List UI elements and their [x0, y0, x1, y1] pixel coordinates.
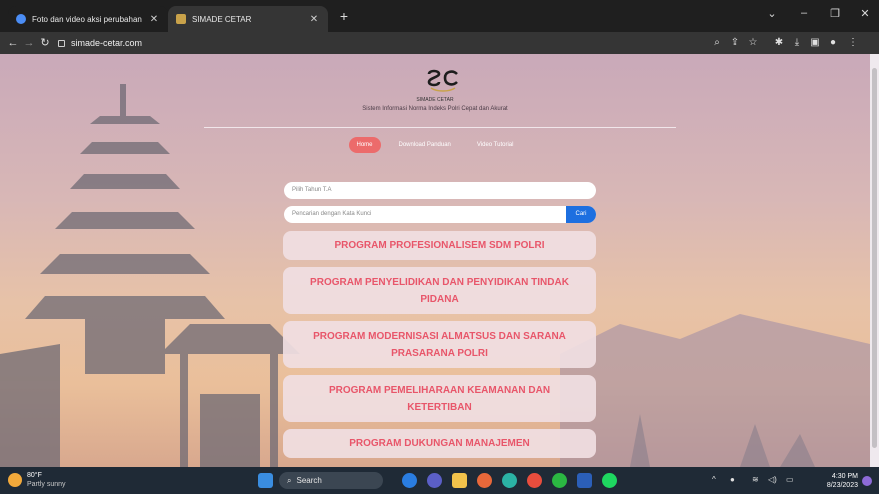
menu-kebab-icon[interactable]: ⋮: [846, 36, 860, 50]
chrome-browser-icon[interactable]: [527, 473, 542, 488]
weather-temp: 80°F: [27, 472, 42, 479]
task-view-icon[interactable]: [402, 473, 417, 488]
extensions-icon[interactable]: ✱: [772, 36, 786, 50]
taskbar-search[interactable]: ⌕ Search: [279, 472, 383, 489]
scrollbar-thumb[interactable]: [872, 68, 877, 448]
tab-foto-dan-video[interactable]: Foto dan video aksi perubahan ✕: [8, 6, 168, 32]
main-nav: Home Download Panduan Video Tutorial: [0, 137, 870, 153]
address-bar: ← → ↻ simade-cetar.com ⌕ ⇪ ☆ ✱ ⤓ ▣ ● ⋮: [0, 32, 879, 54]
volume-icon[interactable]: ◁): [768, 475, 777, 484]
close-window-button[interactable]: ✕: [856, 7, 874, 20]
share-icon[interactable]: ⇪: [728, 36, 742, 50]
logo-caption: SIMADE CETAR: [416, 97, 454, 103]
profile-avatar-icon[interactable]: ●: [826, 36, 840, 50]
lock-icon: [58, 39, 65, 47]
browser-tab-bar: Foto dan video aksi perubahan ✕ SIMADE C…: [0, 0, 879, 32]
tray-chevron-icon[interactable]: ^: [712, 475, 716, 484]
tab-simade-cetar[interactable]: SIMADE CETAR ✕: [168, 6, 328, 32]
new-tab-button[interactable]: +: [336, 8, 352, 24]
taskbar-clock[interactable]: 4:30 PM 8/23/2023: [816, 472, 858, 490]
zoom-icon[interactable]: ⌕: [710, 36, 724, 50]
tab-favicon-icon: [176, 14, 186, 24]
program-card-pemeliharaan[interactable]: PROGRAM PEMELIHARAAN KEAMANAN DAN KETERT…: [283, 375, 596, 422]
page-content: SIMADE CETAR Sistem Informasi Norma Inde…: [0, 54, 870, 467]
program-card-modernisasi[interactable]: PROGRAM MODERNISASI ALMATSUS DAN SARANA …: [283, 321, 596, 368]
search-form: Pencarian dengan Kata Kunci Cari: [284, 206, 596, 223]
clock-time: 4:30 PM: [831, 473, 858, 480]
header-divider: [204, 127, 676, 128]
photos-app-icon[interactable]: [477, 473, 492, 488]
search-button[interactable]: Cari: [566, 206, 596, 223]
side-panel-icon[interactable]: ▣: [808, 36, 822, 50]
forward-arrow-icon[interactable]: →: [22, 36, 36, 50]
nav-home[interactable]: Home: [348, 137, 381, 153]
bookmark-star-icon[interactable]: ☆: [746, 36, 760, 50]
nav-video-tutorial[interactable]: Video Tutorial: [469, 137, 522, 153]
back-arrow-icon[interactable]: ←: [6, 36, 20, 50]
maximize-button[interactable]: ❐: [826, 7, 844, 20]
close-tab-icon[interactable]: ✕: [148, 14, 160, 25]
program-card-penyelidikan[interactable]: PROGRAM PENYELIDIKAN DAN PENYIDIKAN TIND…: [283, 267, 596, 314]
tray-app-icon[interactable]: ●: [730, 475, 735, 484]
windows-start-icon[interactable]: [258, 473, 273, 488]
url-field[interactable]: simade-cetar.com: [58, 36, 142, 50]
search-icon: ⌕: [287, 475, 292, 485]
clock-date: 8/23/2023: [826, 482, 858, 489]
close-tab-icon[interactable]: ✕: [308, 14, 320, 25]
weather-desc: Partly sunny: [27, 481, 66, 488]
site-subtitle: Sistem Informasi Norma Indeks Polri Cepa…: [362, 106, 508, 112]
tab-search-icon[interactable]: ⌄: [763, 7, 781, 20]
whatsapp-icon[interactable]: [552, 473, 567, 488]
battery-icon[interactable]: ▭: [786, 475, 794, 484]
download-icon[interactable]: ⤓: [790, 36, 804, 50]
url-text: simade-cetar.com: [71, 38, 143, 48]
notification-badge-icon[interactable]: [862, 476, 872, 486]
reload-icon[interactable]: ↻: [38, 36, 52, 50]
spotify-icon[interactable]: [602, 473, 617, 488]
minimize-button[interactable]: –: [795, 7, 813, 19]
program-card-dukungan[interactable]: PROGRAM DUKUNGAN MANAJEMEN: [283, 429, 596, 458]
teams-chat-icon[interactable]: [427, 473, 442, 488]
tab-title: Foto dan video aksi perubahan: [32, 14, 142, 24]
word-app-icon[interactable]: [577, 473, 592, 488]
search-input[interactable]: Pencarian dengan Kata Kunci: [292, 211, 371, 217]
page-scrollbar[interactable]: [870, 54, 879, 467]
program-card-profesionalisem[interactable]: PROGRAM PROFESIONALISEM SDM POLRI: [283, 231, 596, 260]
taskbar-search-label: Search: [296, 476, 322, 485]
partly-sunny-icon: [8, 473, 22, 487]
tab-favicon-icon: [16, 14, 26, 24]
tab-title: SIMADE CETAR: [192, 14, 252, 24]
file-explorer-icon[interactable]: [452, 473, 467, 488]
wifi-icon[interactable]: ≋: [752, 475, 759, 484]
windows-taskbar: 80°F Partly sunny ⌕ Search ^ ● ≋ ◁) ▭ 4:…: [0, 467, 879, 494]
nav-download-panduan[interactable]: Download Panduan: [391, 137, 459, 153]
edge-browser-icon[interactable]: [502, 473, 517, 488]
year-select[interactable]: Pilih Tahun T.A: [284, 182, 596, 199]
weather-widget[interactable]: 80°F Partly sunny: [8, 471, 66, 489]
